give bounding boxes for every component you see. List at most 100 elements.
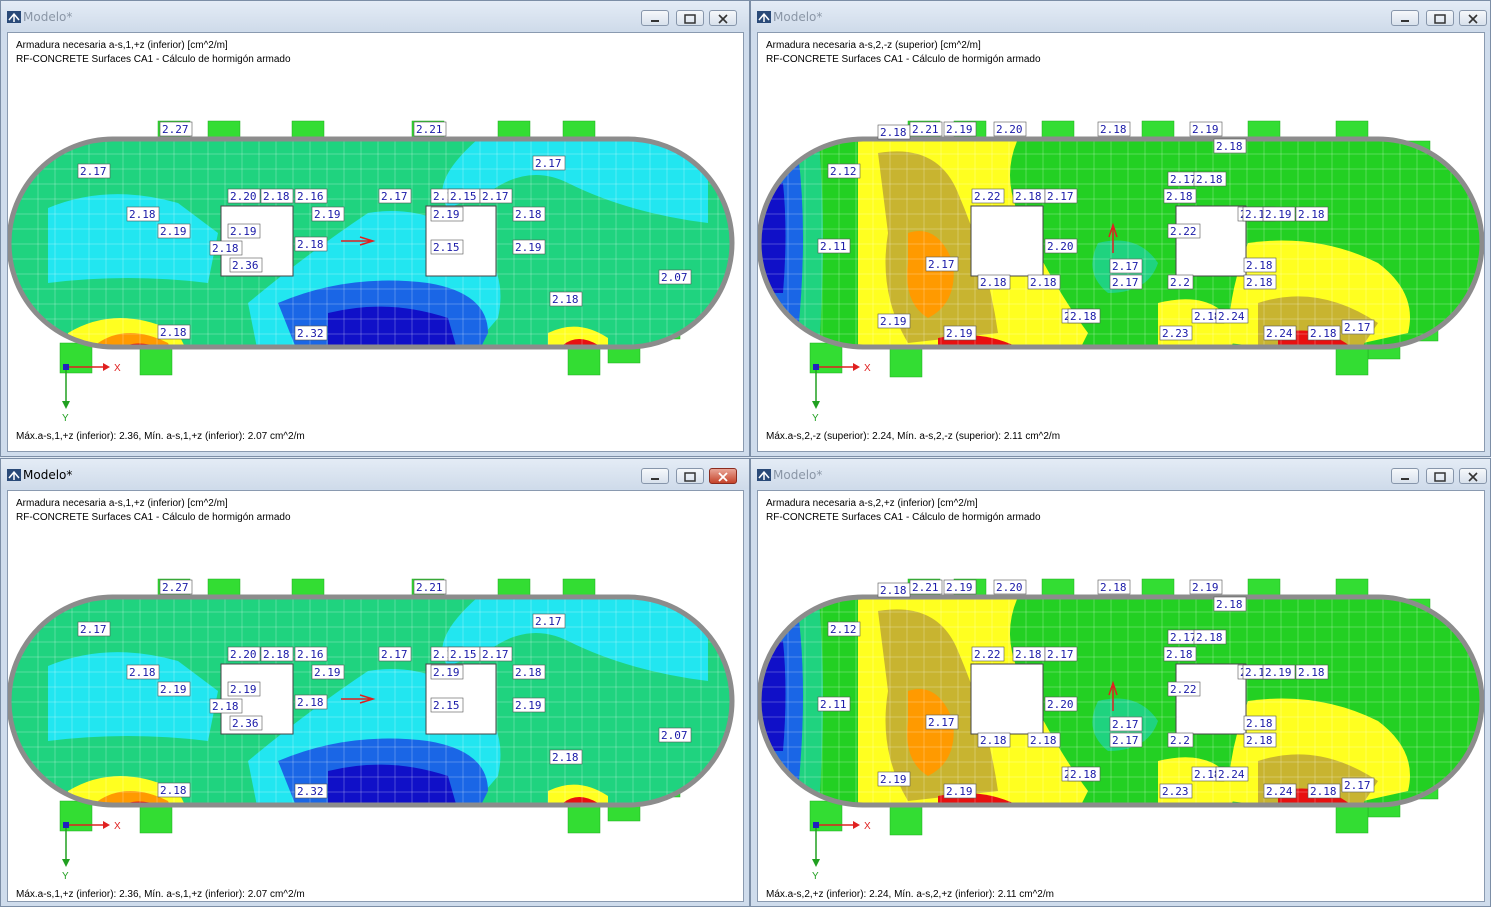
value-label-text: 2.19	[946, 327, 973, 340]
value-label: 2.19	[943, 783, 977, 799]
value-label: 2.17	[1341, 777, 1375, 793]
minimize-button[interactable]	[1391, 468, 1419, 484]
value-label-text: 2.16	[297, 190, 324, 203]
value-label-text: 2.18	[1246, 734, 1273, 747]
value-label-text: 2.12	[830, 623, 857, 636]
title-bar[interactable]: Modelo*	[751, 459, 1490, 489]
close-button[interactable]	[709, 10, 737, 26]
value-label-text: 2.23	[1162, 327, 1189, 340]
value-label: 2.15	[430, 239, 464, 255]
x-axis-label: X	[114, 821, 121, 832]
value-label-text: 2.18	[515, 666, 542, 679]
model-view[interactable]: Armadura necesaria a-s,2,-z (superior) […	[757, 32, 1485, 452]
model-window-2[interactable]: Modelo* Armadura necesaria a-s,2,-z (sup…	[750, 0, 1491, 457]
value-label: 2.18	[512, 664, 546, 680]
value-label-text: 2.15	[450, 648, 477, 661]
value-label: 2.32	[294, 325, 328, 341]
value-label-text: 2.18	[212, 700, 239, 713]
value-label-text: 2.19	[946, 123, 973, 136]
value-label: 2.18	[1012, 188, 1046, 204]
minimize-button[interactable]	[641, 10, 669, 26]
value-label: 2.18	[1027, 732, 1061, 748]
value-label-text: 2.17	[1112, 276, 1139, 289]
value-label: 2.19	[430, 206, 464, 222]
value-label-text: 2.32	[297, 327, 324, 340]
model-window-3[interactable]: Modelo* Armadura necesaria a-s,1,+z (inf…	[0, 458, 750, 907]
value-label: 2.15	[447, 646, 481, 662]
value-label-text: 2.18	[880, 126, 907, 139]
value-label-text: 2.20	[1047, 240, 1074, 253]
value-label: 2.18	[1243, 732, 1277, 748]
value-label-text: 2.17	[928, 258, 955, 271]
value-label-text: 2.18	[1015, 190, 1042, 203]
value-label: 2.18	[294, 694, 328, 710]
value-label-text: 2.15	[433, 699, 460, 712]
title-bar[interactable]: Modelo*	[1, 459, 749, 489]
value-label: 2.17	[1044, 646, 1078, 662]
maximize-button[interactable]	[676, 10, 704, 26]
value-label-text: 2.15	[450, 190, 477, 203]
value-label-text: 2.21	[912, 123, 939, 136]
window-title: Modelo*	[23, 10, 73, 24]
value-label-text: 2.19	[880, 315, 907, 328]
value-label: 2.18	[1307, 325, 1341, 341]
value-label: 2.18	[209, 240, 243, 256]
support-node	[889, 804, 923, 836]
value-label-text: 2.18	[1030, 276, 1057, 289]
value-label: 2.18	[549, 291, 583, 307]
model-window-1[interactable]: Modelo* Armadura necesaria a-s,1,+z (inf…	[0, 0, 750, 457]
value-label: 2.21	[413, 121, 447, 137]
value-label-text: 2.20	[1047, 698, 1074, 711]
value-label-text: 2.17	[1344, 321, 1371, 334]
maximize-button[interactable]	[676, 468, 704, 484]
value-label-text: 2.27	[162, 581, 189, 594]
value-label: 2.17	[77, 163, 111, 179]
model-view[interactable]: Armadura necesaria a-s,2,+z (inferior) […	[757, 490, 1485, 902]
value-label: 2.18	[1243, 257, 1277, 273]
value-label: 2.17	[479, 188, 513, 204]
value-label: 2.32	[294, 783, 328, 799]
value-label-text: 2.18	[1310, 327, 1337, 340]
value-label-text: 2.19	[314, 666, 341, 679]
maximize-button[interactable]	[1426, 468, 1454, 484]
minimize-button[interactable]	[641, 468, 669, 484]
value-label-text: 2.18	[160, 326, 187, 339]
slab-model	[758, 578, 1484, 836]
contour-plot[interactable]: 2.27 2.21 2.17 2.17 2.20 2.18 2.16 2.17 2.18 2.15…	[8, 33, 744, 452]
value-label-text: 2.17	[381, 648, 408, 661]
slab-model	[758, 120, 1484, 378]
value-label: 2.21	[413, 579, 447, 595]
title-bar[interactable]: Modelo*	[1, 1, 749, 31]
value-label: 2.2	[1167, 274, 1194, 290]
value-label: 2.18	[157, 324, 191, 340]
maximize-button[interactable]	[1426, 10, 1454, 26]
value-label: 2.18	[294, 236, 328, 252]
value-label: 2.20	[993, 121, 1027, 137]
model-view[interactable]: Armadura necesaria a-s,1,+z (inferior) […	[7, 32, 744, 452]
contour-plot[interactable]: 2.27 2.21 2.17 2.17 2.20 2.18 2.16 2.17 2.18 2.15…	[8, 491, 744, 902]
model-view[interactable]: Armadura necesaria a-s,1,+z (inferior) […	[7, 490, 744, 902]
value-label-text: 2.19	[160, 225, 187, 238]
value-label-text: 2.18	[1216, 140, 1243, 153]
model-window-4[interactable]: Modelo* Armadura necesaria a-s,2,+z (inf…	[750, 458, 1491, 907]
value-label: 2.36	[229, 257, 263, 273]
contour-plot[interactable]: 2.18 2.21 2.19 2.20 2.18 2.19 2.18 2.12 2.22 2.18…	[758, 33, 1485, 452]
value-label-text: 2.18	[297, 238, 324, 251]
close-button[interactable]	[1459, 10, 1487, 26]
value-label: 2.18	[1097, 121, 1131, 137]
title-bar[interactable]: Modelo*	[751, 1, 1490, 31]
close-button[interactable]	[1459, 468, 1487, 484]
value-label-text: 2.24	[1218, 768, 1245, 781]
value-label-text: 2.20	[230, 190, 257, 203]
value-label-text: 2.17	[80, 623, 107, 636]
value-label-text: 2.20	[996, 123, 1023, 136]
value-label: 2.17	[378, 188, 412, 204]
close-button[interactable]	[709, 468, 737, 484]
value-label: 2.07	[658, 727, 692, 743]
contour-plot[interactable]: 2.18 2.21 2.19 2.20 2.18 2.19 2.18 2.12 2.22 2.18…	[758, 491, 1485, 902]
value-label-text: 2.18	[297, 696, 324, 709]
value-label: 2.18	[1027, 274, 1061, 290]
value-label-text: 2.24	[1266, 785, 1293, 798]
minimize-button[interactable]	[1391, 10, 1419, 26]
value-label: 2.17	[1341, 319, 1375, 335]
